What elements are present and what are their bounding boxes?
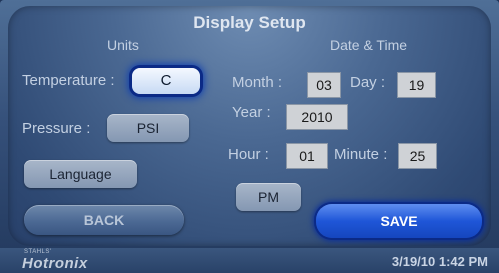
temperature-button[interactable]: C <box>132 68 200 94</box>
hour-field[interactable]: 01 <box>286 143 328 169</box>
day-field[interactable]: 19 <box>397 72 436 98</box>
year-field[interactable]: 2010 <box>286 104 348 130</box>
year-label: Year : <box>232 104 271 121</box>
brand-logo: Hotronix <box>22 255 88 272</box>
page-title: Display Setup <box>193 13 306 32</box>
month-field[interactable]: 03 <box>307 72 341 98</box>
language-button[interactable]: Language <box>24 160 137 188</box>
date-time-heading: Date & Time <box>330 37 408 53</box>
day-label: Day : <box>350 74 386 91</box>
units-heading: Units <box>107 37 139 53</box>
minute-field[interactable]: 25 <box>398 143 437 169</box>
am-pm-button[interactable]: PM <box>236 183 301 211</box>
back-button[interactable]: BACK <box>24 205 184 235</box>
pressure-label: Pressure : <box>22 120 91 137</box>
temperature-label: Temperature : <box>22 72 115 89</box>
pressure-button[interactable]: PSI <box>107 114 189 142</box>
save-button[interactable]: SAVE <box>316 204 482 238</box>
minute-label: Minute : <box>334 146 388 163</box>
status-clock: 3/19/10 1:42 PM <box>391 254 488 269</box>
hour-label: Hour : <box>228 146 269 163</box>
month-label: Month : <box>232 74 283 91</box>
